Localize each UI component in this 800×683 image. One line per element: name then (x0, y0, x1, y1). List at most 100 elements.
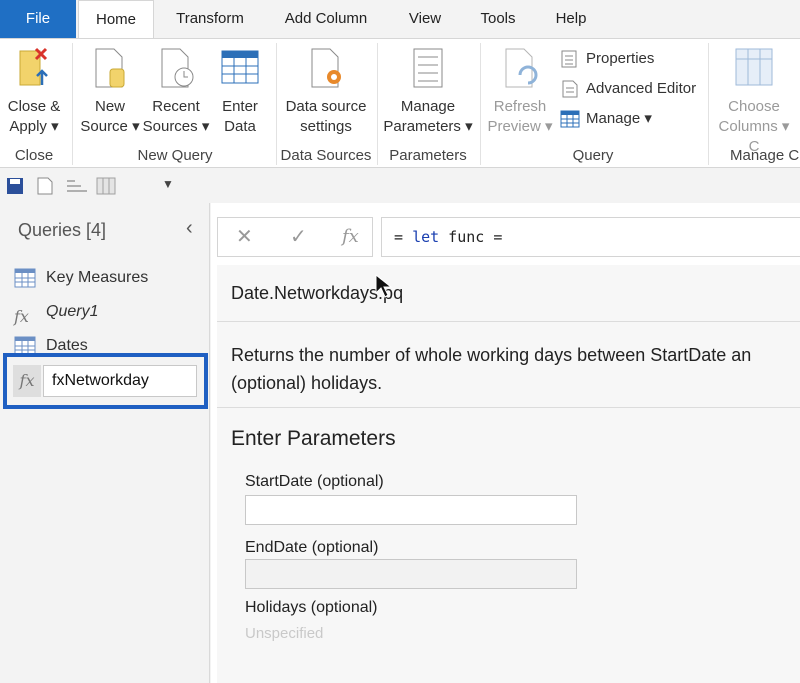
ribbon-separator (72, 43, 73, 165)
save-icon[interactable] (6, 177, 24, 200)
table-icon (218, 45, 262, 91)
ribbon-separator (708, 43, 709, 165)
startdate-label: StartDate (optional) (245, 473, 384, 490)
manage-parameters-button[interactable]: Manage Parameters ▾ (380, 45, 476, 137)
holidays-placeholder[interactable]: Unspecified (245, 625, 323, 642)
data-source-settings-icon (304, 45, 348, 91)
new-source-icon (88, 45, 132, 91)
cancel-icon[interactable]: ✕ (236, 224, 253, 249)
recent-sources-icon (154, 45, 198, 91)
choose-columns-button[interactable]: Choose Columns ▾ C (714, 45, 794, 157)
check-icon[interactable]: ✓ (290, 224, 307, 249)
query-item-label: Query1 (46, 303, 99, 320)
properties-button[interactable]: Properties (560, 47, 654, 71)
refresh-preview-button[interactable]: Refresh Preview ▾ (486, 45, 554, 137)
data-source-settings-button[interactable]: Data source settings (280, 45, 372, 137)
advanced-editor-label: Advanced Editor (586, 80, 697, 97)
choose-columns-label-1: Choose (728, 98, 780, 115)
query-item-query1[interactable]: fx Query1 (14, 297, 98, 327)
query-item-key-measures[interactable]: Key Measures (14, 263, 148, 293)
tab-add-column[interactable]: Add Column (278, 0, 374, 38)
formula-actions: ✕ ✓ fx (217, 217, 373, 257)
function-description: Returns the number of whole working days… (231, 341, 800, 397)
formula-keyword: let (412, 228, 440, 246)
formula-prefix: = (394, 228, 413, 246)
queries-pane: Queries [4] ‹ Key Measures fx Query1 Date… (0, 203, 210, 683)
properties-label: Properties (586, 50, 655, 67)
quick-access-toolbar: ▼ (0, 169, 800, 203)
ribbon-separator (276, 43, 277, 165)
manage-label: Manage (586, 110, 641, 127)
ribbon-separator (480, 43, 481, 165)
advanced-editor-button[interactable]: Advanced Editor (560, 77, 696, 101)
choose-columns-icon (732, 45, 776, 91)
close-apply-label-1: Close & (7, 98, 61, 115)
grid-icon[interactable] (96, 177, 116, 200)
function-invoke-panel: Date.Networkdays.pq Returns the number o… (217, 265, 800, 683)
group-label-data-sources: Data Sources (280, 147, 372, 164)
close-apply-icon (12, 45, 56, 91)
enter-data-label-2: Data (224, 118, 256, 135)
manage-parameters-label-2: Parameters ▾ (383, 118, 473, 135)
mouse-cursor-icon (374, 273, 394, 299)
enter-data-button[interactable]: Enter Data (212, 45, 268, 137)
advanced-editor-icon (560, 80, 580, 98)
properties-icon (560, 50, 580, 68)
recent-sources-button[interactable]: Recent Sources ▾ (140, 45, 212, 137)
refresh-preview-label-1: Refresh (493, 98, 547, 115)
tab-view[interactable]: View (400, 0, 450, 38)
divider (217, 321, 800, 322)
queries-header: Queries [4] (18, 220, 107, 240)
fx-icon[interactable]: fx (342, 226, 359, 247)
enddate-input[interactable] (245, 559, 577, 589)
close-apply-label-2: Apply ▾ (9, 118, 59, 135)
query-rename-highlight: fx (3, 353, 208, 409)
group-label-close: Close (14, 147, 54, 164)
close-apply-button[interactable]: Close & Apply ▾ (2, 45, 66, 137)
divider (217, 407, 800, 408)
tab-file[interactable]: File (0, 0, 76, 38)
holidays-label: Holidays (optional) (245, 599, 378, 616)
ribbon-separator (377, 43, 378, 165)
fx-icon: fx (13, 365, 41, 397)
group-label-new-query: New Query (137, 147, 213, 164)
tab-home[interactable]: Home (78, 0, 154, 39)
fx-icon: fx (14, 306, 29, 326)
description-line-2: (optional) holidays. (231, 373, 383, 393)
group-label-manage-columns: Manage C (730, 147, 800, 164)
tab-help[interactable]: Help (548, 0, 594, 38)
query-rename-input[interactable] (43, 365, 197, 397)
collapse-pane-icon[interactable]: ‹ (186, 217, 193, 240)
startdate-input[interactable] (245, 495, 577, 525)
refresh-icon (498, 45, 542, 91)
new-source-label-1: New (94, 98, 125, 115)
recent-sources-label-2: Sources ▾ (142, 118, 210, 135)
enddate-label: EndDate (optional) (245, 539, 379, 556)
group-label-parameters: Parameters (389, 147, 467, 164)
table-icon (14, 268, 36, 288)
data-source-settings-label-2: settings (300, 118, 352, 135)
customize-dropdown-icon[interactable]: ▼ (162, 177, 174, 191)
manage-parameters-label-1: Manage (400, 98, 456, 115)
tab-tools[interactable]: Tools (472, 0, 524, 38)
tab-transform[interactable]: Transform (170, 0, 250, 38)
formula-rest: func = (439, 228, 503, 246)
description-line-1: Returns the number of whole working days… (231, 345, 752, 365)
formula-bar[interactable]: = let func = (381, 217, 800, 257)
query-item-label: Dates (46, 337, 88, 354)
data-source-settings-label-1: Data source (285, 98, 367, 115)
refresh-preview-label-2: Preview ▾ (487, 118, 553, 135)
main-pane: ✕ ✓ fx = let func = Date.Networkdays.pq … (211, 203, 800, 683)
parameters-icon (406, 45, 450, 91)
query-item-label: Key Measures (46, 269, 149, 286)
ribbon: Close & Apply ▾ Close New Source ▾ Recen… (0, 38, 800, 168)
manage-button[interactable]: Manage ▾ (560, 107, 652, 131)
enter-data-label-1: Enter (222, 98, 258, 115)
recent-sources-label-1: Recent (152, 98, 200, 115)
document-icon[interactable] (36, 177, 54, 200)
new-source-button[interactable]: New Source ▾ (78, 45, 142, 137)
enter-parameters-heading: Enter Parameters (231, 427, 396, 450)
group-label-query: Query (572, 147, 614, 164)
manage-table-icon (560, 110, 580, 128)
layout-icon[interactable] (66, 177, 88, 200)
